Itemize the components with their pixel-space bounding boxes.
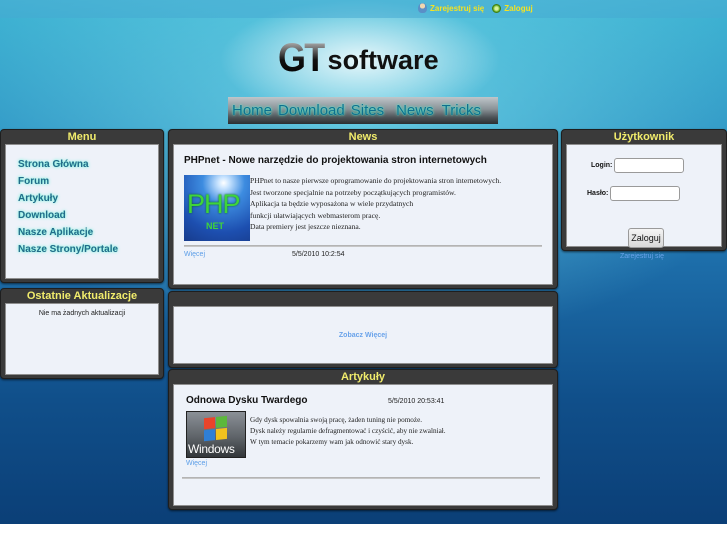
news-panel-title: News [348,131,378,143]
menu-item-articles[interactable]: Artykuły [18,193,158,204]
article-headline[interactable]: Odnowa Dysku Twardego [186,395,388,406]
news-line: Aplikacja ta będzie wyposażona w wiele p… [250,199,414,208]
phpnet-image-main-text: PHP [187,189,241,219]
article-item: Windows Gdy dysk spowalnia swoją pracę, … [186,411,540,458]
article-more-link[interactable]: Więcej [186,460,540,467]
news-item: PHP NET PHPnet to nasze pierwsze oprogra… [184,175,542,241]
login-label: Login: [591,162,613,169]
article-line: Gdy dysk spowalnia swoją pracę, żaden tu… [250,416,423,424]
logo-software: software [327,45,439,75]
menu-item-our-sites[interactable]: Nasze Strony/Portale [18,244,158,255]
user-panel-title: Użytkownik [613,131,675,143]
article-line: W tym temacie pokarzemy wam jak odnowić … [250,438,414,446]
login-input[interactable] [614,158,685,173]
user-register-icon [418,3,427,13]
article-header: Odnowa Dysku Twardego 5/5/2010 20:53:41 [186,395,540,406]
phpnet-image: PHP NET [184,175,250,241]
register-link[interactable]: Zarejestruj się [620,253,664,260]
login-top-link-label: Zaloguj [504,3,533,13]
register-top-link[interactable]: Zarejestruj się [418,3,484,13]
phpnet-image-sub-text: NET [206,221,224,231]
news-line: Data premiery jest jeszcze nieznana. [250,222,361,231]
logo-gt: GT [278,36,326,80]
windows-image: Windows [186,411,246,458]
articles-panel: Artykuły Odnowa Dysku Twardego 5/5/2010 … [168,369,558,510]
main-nav: Home Download Sites News Tricks [228,97,498,124]
see-more-link[interactable]: Zobacz Więcej [339,332,387,339]
login-top-link[interactable]: Zaloguj [492,3,533,13]
news-body: PHPnet to nasze pierwsze oprogramowanie … [250,175,501,241]
nav-tricks[interactable]: Tricks [442,102,481,119]
user-panel: Użytkownik Login: Hasło: Zaloguj [561,129,727,251]
password-label: Hasło: [587,190,609,197]
see-more-panel: Zobacz Więcej [168,291,558,368]
articles-panel-body: Odnowa Dysku Twardego 5/5/2010 20:53:41 … [173,384,553,506]
login-row: Login: [591,158,685,173]
login-button[interactable]: Zaloguj [628,228,664,248]
password-row: Hasło: [587,186,681,201]
news-panel-body: PHPnet - Nowe narzędzie do projektowania… [173,144,553,285]
news-divider [184,245,542,247]
news-panel: News PHPnet - Nowe narzędzie do projekto… [168,129,558,289]
windows-image-text: Windows [188,442,235,456]
news-footer: Więcej 5/5/2010 10:2:54 [184,251,542,258]
news-headline[interactable]: PHPnet - Nowe narzędzie do projektowania… [184,155,542,166]
windows-logo-icon [204,415,228,443]
news-more-link[interactable]: Więcej [184,251,292,258]
article-divider [182,477,540,479]
updates-empty-text: Nie ma żadnych aktualizacji [38,310,126,317]
updates-panel-title: Ostatnie Aktualizacje [26,290,138,302]
menu-item-home[interactable]: Strona Główna [18,159,158,170]
article-body: Gdy dysk spowalnia swoją pracę, żaden tu… [246,411,446,458]
see-more-panel-body: Zobacz Więcej [173,306,553,364]
nav-sites[interactable]: Sites [351,102,384,119]
register-top-link-label: Zarejestruj się [430,3,485,13]
article-line: Dysk należy regularnie defragmentować i … [250,427,446,435]
top-links: Zarejestruj się Zaloguj [418,3,533,13]
login-form: Login: Hasło: Zaloguj [566,144,722,248]
menu-panel-body: Strona Główna Forum Artykuły Download Na… [5,144,159,279]
menu-panel-title: Menu [67,131,97,143]
menu-item-forum[interactable]: Forum [18,176,158,187]
news-date: 5/5/2010 10:2:54 [292,251,345,258]
updates-panel-body: Nie ma żadnych aktualizacji [5,303,159,375]
nav-home[interactable]: Home [232,102,272,119]
menu-panel: Menu Strona Główna Forum Artykuły Downlo… [0,129,164,283]
nav-download[interactable]: Download [278,102,345,119]
password-input[interactable] [610,186,681,201]
updates-panel: Ostatnie Aktualizacje Nie ma żadnych akt… [0,288,164,379]
nav-news[interactable]: News [396,102,434,119]
menu-item-download[interactable]: Download [18,210,158,221]
top-strip [0,0,727,18]
news-line: PHPnet to nasze pierwsze oprogramowanie … [250,176,502,185]
news-line: Jest tworzone specjalnie na potrzeby poc… [250,187,456,197]
news-line: funkcji ułatwiających webmasterom pracę. [250,210,381,220]
menu-item-our-apps[interactable]: Nasze Aplikacje [18,227,158,238]
see-more-panel-title [173,292,553,306]
login-icon [492,3,502,13]
articles-panel-title: Artykuły [340,371,386,383]
site-logo[interactable]: GT software [278,36,439,78]
article-date: 5/5/2010 20:53:41 [388,398,445,405]
